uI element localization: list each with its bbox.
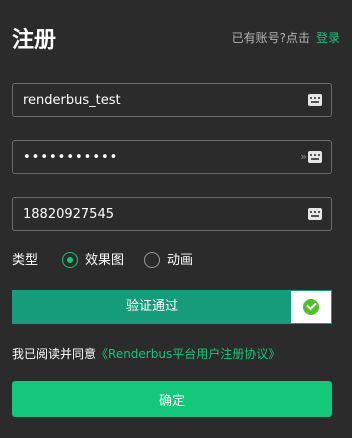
confirm-button[interactable]: 确定 bbox=[12, 381, 332, 417]
eye-off-icon[interactable]: » bbox=[300, 150, 307, 164]
type-label: 类型 bbox=[12, 253, 39, 268]
username-input[interactable] bbox=[13, 84, 293, 116]
radio-unchecked-icon[interactable] bbox=[144, 252, 160, 268]
register-header: 注册 已有账号?点击 登录 bbox=[12, 26, 340, 56]
radio-label[interactable]: 动画 bbox=[167, 251, 193, 271]
keyboard-icon[interactable] bbox=[308, 208, 322, 220]
login-hint: 已有账号?点击 登录 bbox=[232, 26, 340, 50]
agreement-line: 我已阅读并同意《Renderbus平台用户注册协议》 bbox=[12, 345, 280, 363]
login-link[interactable]: 登录 bbox=[316, 31, 340, 45]
agreement-link[interactable]: 《Renderbus平台用户注册协议》 bbox=[96, 347, 280, 361]
slider-verification[interactable]: 验证通过 bbox=[12, 290, 332, 324]
verification-status: 验证通过 bbox=[13, 291, 291, 323]
radio-checked-icon[interactable] bbox=[62, 252, 78, 268]
check-circle-icon bbox=[303, 299, 319, 315]
keyboard-icon[interactable] bbox=[308, 151, 322, 163]
username-field bbox=[12, 83, 332, 117]
agreement-text: 我已阅读并同意 bbox=[12, 347, 97, 361]
keyboard-icon[interactable] bbox=[308, 94, 322, 106]
page-title: 注册 bbox=[12, 28, 57, 53]
type-selector: 类型 效果图 动画 bbox=[12, 251, 332, 271]
login-prompt-text: 已有账号?点击 bbox=[231, 31, 310, 45]
phone-input[interactable] bbox=[13, 198, 293, 230]
password-input[interactable] bbox=[13, 141, 293, 173]
password-field: » bbox=[12, 140, 332, 174]
phone-field bbox=[12, 197, 332, 231]
radio-label[interactable]: 效果图 bbox=[85, 251, 124, 271]
